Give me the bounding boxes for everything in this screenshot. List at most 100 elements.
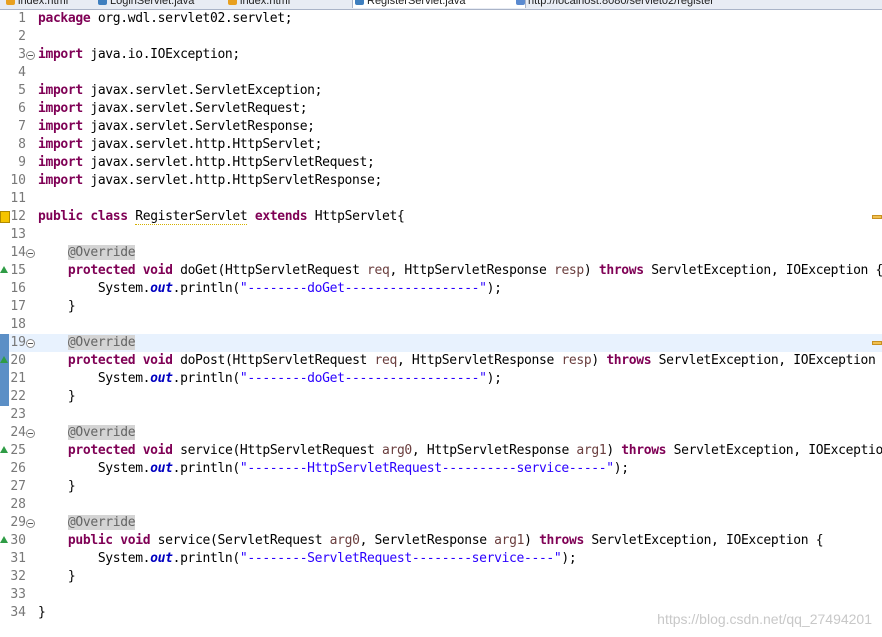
code-line[interactable]: 24 @Override	[0, 424, 882, 442]
line-number: 27	[10, 479, 26, 494]
watermark: https://blog.csdn.net/qq_27494201	[657, 611, 872, 627]
browser-icon	[516, 0, 525, 5]
editor-tab-label: http://localhost:8080/servlet02/register	[528, 0, 714, 7]
editor-tab[interactable]: RegisterServlet.java	[352, 0, 526, 8]
line-number: 10	[10, 173, 26, 188]
code-text: System.out.println("--------doGet-------…	[38, 371, 502, 386]
code-text: }	[38, 299, 76, 314]
line-number: 29	[10, 515, 26, 530]
code-line[interactable]: 25 protected void service(HttpServletReq…	[0, 442, 882, 460]
overview-ruler-mark[interactable]	[872, 215, 882, 219]
code-line[interactable]: 15 protected void doGet(HttpServletReque…	[0, 262, 882, 280]
line-number: 31	[10, 551, 26, 566]
editor-tab-bar: index.html LoginServlet.java index.html Reg…	[0, 0, 882, 10]
code-line[interactable]: 10 import javax.servlet.http.HttpServletR…	[0, 172, 882, 190]
editor-tab[interactable]: index.html	[226, 0, 362, 8]
code-line[interactable]: 20 protected void doPost(HttpServletRequ…	[0, 352, 882, 370]
code-line[interactable]: 23	[0, 406, 882, 424]
fold-collapse-icon[interactable]	[26, 429, 35, 438]
code-line[interactable]: 33	[0, 586, 882, 604]
code-line[interactable]: 2	[0, 28, 882, 46]
code-line[interactable]: 12 public class RegisterServlet extends H…	[0, 208, 882, 226]
java-file-icon	[98, 0, 107, 5]
code-line[interactable]: 3 import java.io.IOException;	[0, 46, 882, 64]
code-text: import javax.servlet.http.HttpServletRes…	[38, 173, 382, 188]
line-number: 12	[10, 209, 26, 224]
code-text: import java.io.IOException;	[38, 47, 240, 62]
code-line[interactable]: 4	[0, 64, 882, 82]
line-number: 25	[10, 443, 26, 458]
line-number: 13	[10, 227, 26, 242]
code-line[interactable]: 28	[0, 496, 882, 514]
editor-tab-label: RegisterServlet.java	[367, 0, 466, 7]
line-number: 30	[10, 533, 26, 548]
html-file-icon	[228, 0, 237, 5]
code-line[interactable]: 31 System.out.println("--------ServletRe…	[0, 550, 882, 568]
line-number: 22	[10, 389, 26, 404]
code-line[interactable]: 16 System.out.println("--------doGet----…	[0, 280, 882, 298]
code-line[interactable]: 17 }	[0, 298, 882, 316]
code-text: import javax.servlet.ServletRequest;	[38, 101, 308, 116]
fold-collapse-icon[interactable]	[26, 339, 35, 348]
code-line[interactable]: 19 @Override	[0, 334, 882, 352]
code-line[interactable]: 7 import javax.servlet.ServletResponse;	[0, 118, 882, 136]
editor-tab[interactable]: LoginServlet.java	[96, 0, 236, 8]
line-number: 7	[18, 119, 26, 134]
overview-ruler-mark[interactable]	[872, 341, 882, 345]
code-line[interactable]: 30 public void service(ServletRequest ar…	[0, 532, 882, 550]
code-text: import javax.servlet.http.HttpServletReq…	[38, 155, 375, 170]
code-text: }	[38, 605, 46, 620]
code-line[interactable]: 1 package org.wdl.servlet02.servlet;	[0, 10, 882, 28]
code-line[interactable]: 21 System.out.println("--------doGet----…	[0, 370, 882, 388]
line-number: 15	[10, 263, 26, 278]
code-line[interactable]: 27 }	[0, 478, 882, 496]
line-number: 8	[18, 137, 26, 152]
line-number: 17	[10, 299, 26, 314]
line-number: 2	[18, 29, 26, 44]
line-number: 1	[18, 11, 26, 26]
line-number: 20	[10, 353, 26, 368]
fold-collapse-icon[interactable]	[26, 519, 35, 528]
code-line[interactable]: 18	[0, 316, 882, 334]
line-number: 5	[18, 83, 26, 98]
editor-tab[interactable]: index.html	[4, 0, 106, 8]
editor-tab-label: index.html	[18, 0, 69, 7]
code-line[interactable]: 32 }	[0, 568, 882, 586]
line-number: 3	[18, 47, 26, 62]
fold-collapse-icon[interactable]	[26, 249, 35, 258]
code-line[interactable]: 13	[0, 226, 882, 244]
code-text: package org.wdl.servlet02.servlet;	[38, 11, 293, 26]
line-number: 18	[10, 317, 26, 332]
code-line[interactable]: 5 import javax.servlet.ServletException;	[0, 82, 882, 100]
line-number: 14	[10, 245, 26, 260]
code-line[interactable]: 11	[0, 190, 882, 208]
code-text: import javax.servlet.ServletResponse;	[38, 119, 315, 134]
editor-tab-label: LoginServlet.java	[110, 0, 195, 7]
code-text: protected void service(HttpServletReques…	[67, 443, 882, 458]
code-line[interactable]: 26 System.out.println("--------HttpServl…	[0, 460, 882, 478]
line-number: 24	[10, 425, 26, 440]
code-text: protected void doGet(HttpServletRequest …	[67, 263, 882, 278]
code-line[interactable]: 14 @Override	[0, 244, 882, 262]
code-text: @Override	[67, 245, 136, 260]
code-text: System.out.println("--------HttpServletR…	[38, 461, 629, 476]
fold-collapse-icon[interactable]	[26, 51, 35, 60]
code-line[interactable]: 8 import javax.servlet.http.HttpServlet;	[0, 136, 882, 154]
code-line[interactable]: 6 import javax.servlet.ServletRequest;	[0, 100, 882, 118]
editor-tab-label: index.html	[240, 0, 291, 7]
editor-tab[interactable]: http://localhost:8080/servlet02/register	[514, 0, 728, 8]
code-text: @Override	[67, 425, 136, 440]
code-text: }	[38, 569, 76, 584]
code-text: protected void doPost(HttpServletRequest…	[67, 353, 882, 368]
code-line[interactable]: 22 }	[0, 388, 882, 406]
code-text: import javax.servlet.ServletException;	[38, 83, 323, 98]
line-number: 6	[18, 101, 26, 116]
code-editor[interactable]: 1 package org.wdl.servlet02.servlet; 2 3 imp…	[0, 10, 882, 637]
line-number: 32	[10, 569, 26, 584]
code-text: import javax.servlet.http.HttpServlet;	[38, 137, 323, 152]
code-line[interactable]: 9 import javax.servlet.http.HttpServletRe…	[0, 154, 882, 172]
code-text: public void service(ServletRequest arg0,…	[67, 533, 824, 548]
code-text: @Override	[67, 335, 136, 350]
code-line[interactable]: 29 @Override	[0, 514, 882, 532]
line-number: 28	[10, 497, 26, 512]
